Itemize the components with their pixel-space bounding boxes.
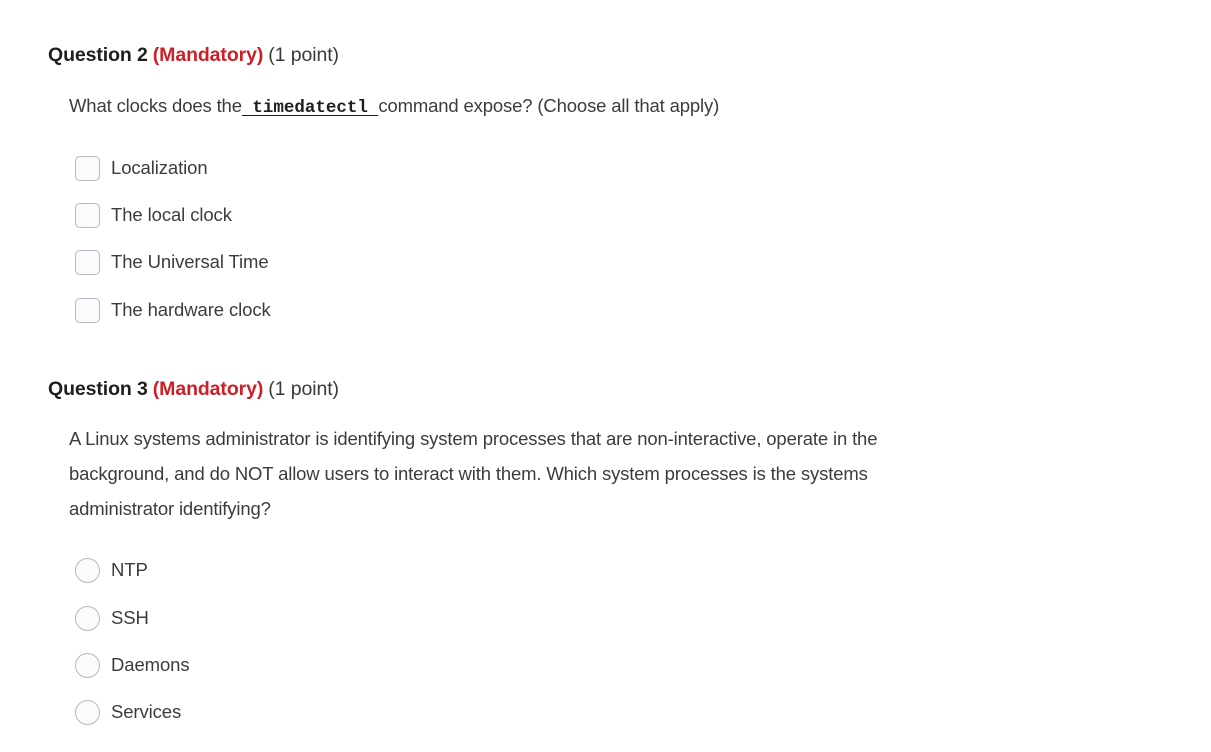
checkbox-icon[interactable]: [75, 155, 100, 181]
checkbox-icon[interactable]: [75, 249, 100, 275]
question-3-option-ntp[interactable]: NTP: [75, 556, 148, 584]
question-3-option-services[interactable]: Services: [75, 698, 181, 726]
question-2-number: Question 2: [48, 44, 148, 66]
option-label: The hardware clock: [111, 299, 271, 320]
question-2-prompt-after: command expose? (Choose all that apply): [378, 95, 720, 116]
radio-icon[interactable]: [75, 699, 100, 725]
question-2-option-the-universal-time[interactable]: The Universal Time: [75, 248, 269, 276]
radio-icon[interactable]: [75, 652, 100, 678]
question-3-heading: Question 3 (Mandatory) (1 point): [48, 376, 339, 402]
radio-icon[interactable]: [75, 557, 100, 583]
option-label: The local clock: [111, 204, 232, 225]
question-3-points: (1 point): [268, 378, 339, 400]
option-label: SSH: [111, 607, 149, 628]
question-3-option-ssh[interactable]: SSH: [75, 604, 149, 632]
option-label: Services: [111, 701, 182, 722]
option-label: Daemons: [111, 654, 190, 675]
question-2-mandatory-badge: (Mandatory): [152, 44, 264, 66]
checkbox-icon[interactable]: [75, 297, 100, 323]
question-2-option-the-local-clock[interactable]: The local clock: [75, 201, 232, 229]
question-2-heading: Question 2 (Mandatory) (1 point): [48, 42, 339, 68]
radio-icon[interactable]: [75, 605, 100, 631]
question-2-option-the-hardware-clock[interactable]: The hardware clock: [75, 296, 271, 324]
quiz-page: Question 2 (Mandatory) (1 point) What cloc…: [0, 0, 1211, 752]
checkbox-icon[interactable]: [75, 202, 100, 228]
option-label: Localization: [111, 157, 208, 178]
question-2-option-localization[interactable]: Localization: [75, 154, 208, 182]
option-label: The Universal Time: [111, 251, 269, 272]
option-label: NTP: [111, 559, 148, 580]
question-2-prompt-before: What clocks does the: [69, 95, 242, 116]
question-3-prompt: A Linux systems administrator is identif…: [69, 428, 878, 519]
question-2-points: (1 point): [268, 44, 339, 66]
question-2-prompt: What clocks does the timedatectl command…: [69, 88, 969, 126]
question-3-number: Question 3: [48, 378, 148, 400]
question-3-mandatory-badge: (Mandatory): [152, 378, 264, 400]
question-2-prompt-command: timedatectl: [241, 98, 379, 118]
question-3-option-daemons[interactable]: Daemons: [75, 651, 190, 679]
